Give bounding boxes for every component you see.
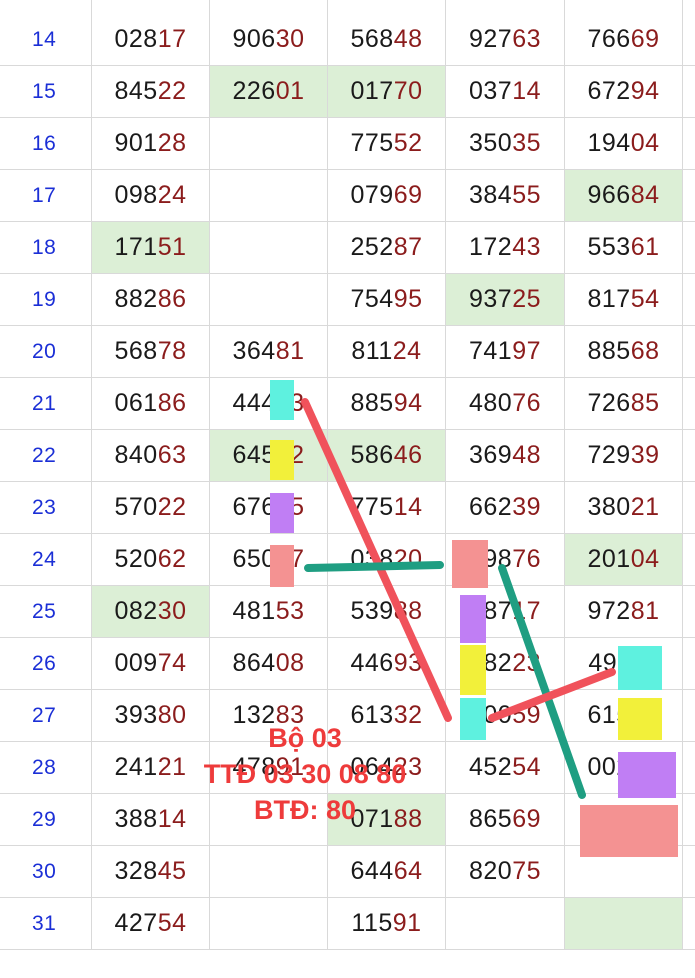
note-line-3: BTĐ: 80 (253, 795, 356, 825)
annotation-lines (301, 398, 616, 799)
teal-horizontal-line (304, 561, 444, 572)
annotation-note: Bộ 03 TTĐ 03 30 08 80 BTĐ: 80 (160, 720, 450, 828)
teal-diagonal-line (498, 564, 586, 799)
note-line-2: TTĐ 03 30 08 80 (203, 759, 407, 789)
note-line-1: Bộ 03 (268, 723, 342, 753)
red-diagonal-line (301, 398, 452, 722)
